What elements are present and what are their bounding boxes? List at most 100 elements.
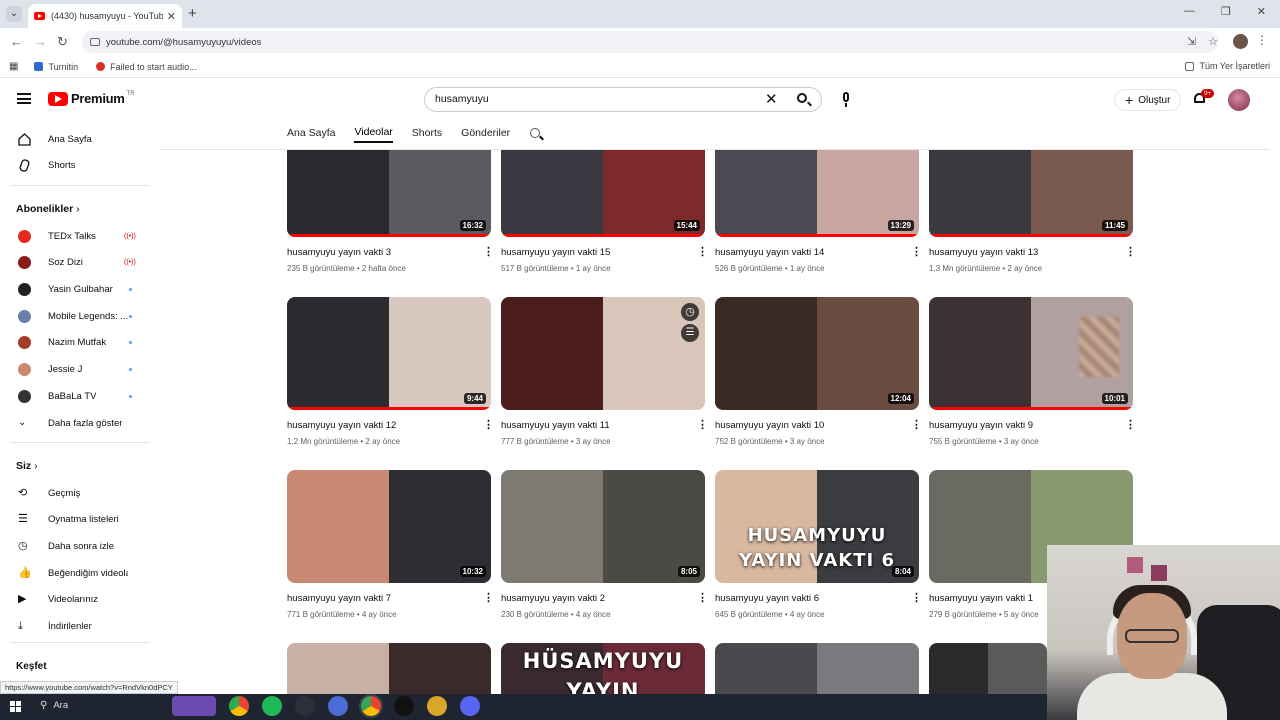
restore-icon[interactable]: ❐ — [1221, 5, 1231, 18]
obs-icon[interactable] — [394, 696, 414, 716]
video-options-icon[interactable]: ⋮ — [483, 420, 494, 431]
apps-grid-icon[interactable]: ▦ — [9, 61, 18, 72]
sidebar-subscription-item[interactable]: BaBaLa TV — [0, 385, 152, 407]
video-thumbnail[interactable]: 12:04 — [715, 297, 919, 410]
video-thumbnail[interactable] — [929, 643, 1047, 694]
discord-icon[interactable] — [460, 696, 480, 716]
sidebar-subscription-item[interactable]: Mobile Legends: ... — [0, 305, 152, 327]
video-title[interactable]: husamyuyu yayın vakti 3 — [287, 247, 391, 258]
add-to-queue-icon[interactable]: ☰ — [681, 324, 699, 342]
sidebar-subscription-item[interactable]: Yasin Gulbahar — [0, 278, 152, 300]
subscriptions-heading[interactable]: Abonelikler › — [16, 203, 80, 215]
browser-menu-icon[interactable]: ⋮ — [1256, 33, 1268, 47]
video-options-icon[interactable]: ⋮ — [911, 420, 922, 431]
sidebar-item-you[interactable]: 👍 Beğendiğim videolar — [0, 562, 152, 584]
new-tab-button[interactable]: + — [188, 5, 197, 22]
minimize-icon[interactable]: — — [1184, 5, 1195, 18]
video-options-icon[interactable]: ⋮ — [697, 593, 708, 604]
bookmark-audio[interactable]: Failed to start audio... — [96, 62, 197, 72]
tab-search-button[interactable]: ⌄ — [6, 6, 22, 22]
youtube-logo[interactable]: Premium TR — [48, 91, 135, 106]
site-info-icon[interactable] — [90, 38, 100, 46]
watch-later-icon[interactable]: ◷ — [681, 303, 699, 321]
video-options-icon[interactable]: ⋮ — [1125, 247, 1136, 258]
video-title[interactable]: husamyuyu yayın vakti 14 — [715, 247, 824, 258]
bookmark-star-icon[interactable]: ☆ — [1208, 35, 1218, 48]
reload-icon[interactable]: ↻ — [57, 34, 68, 50]
video-options-icon[interactable]: ⋮ — [483, 593, 494, 604]
video-options-icon[interactable]: ⋮ — [697, 247, 708, 258]
windows-start-icon[interactable] — [10, 701, 21, 712]
search-button[interactable] — [787, 88, 821, 111]
video-thumbnail[interactable]: 9:44 — [287, 297, 491, 410]
video-title[interactable]: husamyuyu yayın vakti 10 — [715, 420, 824, 431]
video-thumbnail[interactable]: 13:29 — [715, 150, 919, 237]
video-thumbnail[interactable]: HÜSAMYUYU YAYIN — [501, 643, 705, 694]
chrome-icon[interactable] — [229, 696, 249, 716]
all-bookmarks[interactable]: Tüm Yer İşaretleri — [1185, 61, 1270, 71]
sidebar-subscription-item[interactable]: Jessie J — [0, 359, 152, 381]
video-title[interactable]: husamyuyu yayın vakti 13 — [929, 247, 1038, 258]
video-thumbnail[interactable]: HUSAMYUYU YAYIN VAKTI 6 8:04 — [715, 470, 919, 583]
back-icon[interactable]: ← — [10, 34, 23, 49]
tab-videos[interactable]: Videolar — [354, 126, 393, 143]
video-thumbnail[interactable]: 10:01 — [929, 297, 1133, 410]
video-title[interactable]: husamyuyu yayın vakti 12 — [287, 420, 396, 431]
video-thumbnail[interactable]: 16:32 — [287, 150, 491, 237]
sidebar-item-you[interactable]: ◷ Daha sonra izle — [0, 535, 152, 557]
tab-posts[interactable]: Gönderiler — [461, 127, 510, 142]
video-thumbnail[interactable]: ◷ ☰ — [501, 297, 705, 410]
browser-profile-avatar[interactable] — [1233, 34, 1248, 49]
video-title[interactable]: husamyuyu yayın vakti 1 — [929, 593, 1033, 604]
tab-shorts[interactable]: Shorts — [412, 127, 442, 142]
capcut-icon[interactable] — [295, 696, 315, 716]
create-button[interactable]: + Oluştur — [1114, 89, 1182, 111]
channel-search-button[interactable] — [529, 127, 543, 142]
video-thumbnail[interactable]: 10:32 — [287, 470, 491, 583]
app2-icon[interactable] — [427, 696, 447, 716]
video-title[interactable]: husamyuyu yayın vakti 7 — [287, 593, 391, 604]
sidebar-subscription-item[interactable]: Soz Dizi ((•)) — [0, 252, 152, 274]
sidebar-item-you[interactable]: ☰ Oynatma listeleri — [0, 509, 152, 531]
video-thumbnail[interactable]: 8:05 — [501, 470, 705, 583]
install-app-icon[interactable]: ⇲ — [1187, 35, 1196, 48]
you-heading[interactable]: Siz › — [16, 460, 38, 472]
video-title[interactable]: husamyuyu yayın vakti 2 — [501, 593, 605, 604]
sidebar-item-home[interactable]: Ana Sayfa — [0, 128, 152, 150]
clear-search-icon[interactable]: ✕ — [765, 90, 778, 108]
url-field[interactable]: youtube.com/@husamyuyuyu/videos — [82, 31, 1218, 53]
taskbar-search[interactable]: ⚲ Ara — [40, 700, 68, 711]
game-widget-icon[interactable] — [172, 696, 216, 716]
sidebar-item-you[interactable]: ▶ Videolarınız — [0, 589, 152, 611]
video-thumbnail[interactable]: 15:44 — [501, 150, 705, 237]
tab-home[interactable]: Ana Sayfa — [287, 127, 335, 142]
sidebar-item-shorts[interactable]: Shorts — [0, 154, 152, 176]
close-window-icon[interactable]: ✕ — [1257, 5, 1266, 18]
spotify-icon[interactable] — [262, 696, 282, 716]
menu-icon[interactable] — [17, 93, 31, 104]
voice-search-button[interactable] — [834, 90, 860, 110]
browser-tab[interactable]: (4430) husamyuyu - YouTube ✕ — [28, 4, 182, 28]
account-avatar[interactable] — [1228, 89, 1250, 111]
video-title[interactable]: husamyuyu yayın vakti 11 — [501, 420, 610, 431]
video-options-icon[interactable]: ⋮ — [911, 593, 922, 604]
video-title[interactable]: husamyuyu yayın vakti 15 — [501, 247, 610, 258]
video-thumbnail[interactable] — [287, 643, 491, 694]
sidebar-subscription-item[interactable]: Nazim Mutfak — [0, 332, 152, 354]
bookmark-turnitin[interactable]: Turnitin — [34, 62, 78, 72]
forward-icon[interactable]: → — [34, 34, 47, 49]
video-options-icon[interactable]: ⋮ — [483, 247, 494, 258]
chrome-active-icon[interactable] — [359, 694, 383, 718]
video-thumbnail[interactable] — [715, 643, 919, 694]
video-thumbnail[interactable]: 11:45 — [929, 150, 1133, 237]
video-options-icon[interactable]: ⋮ — [1125, 420, 1136, 431]
video-options-icon[interactable]: ⋮ — [911, 247, 922, 258]
app-icon[interactable] — [328, 696, 348, 716]
sidebar-subscription-item[interactable]: TEDx Talks ((•)) — [0, 225, 152, 247]
sidebar-item-you[interactable]: ⤓ İndirilenler — [0, 616, 152, 638]
show-more-button[interactable]: ⌄ Daha fazla göster — [0, 412, 152, 434]
tab-close-icon[interactable]: ✕ — [167, 10, 176, 23]
sidebar-item-you[interactable]: ⟲ Geçmiş — [0, 482, 152, 504]
video-options-icon[interactable]: ⋮ — [697, 420, 708, 431]
video-title[interactable]: husamyuyu yayın vakti 6 — [715, 593, 819, 604]
